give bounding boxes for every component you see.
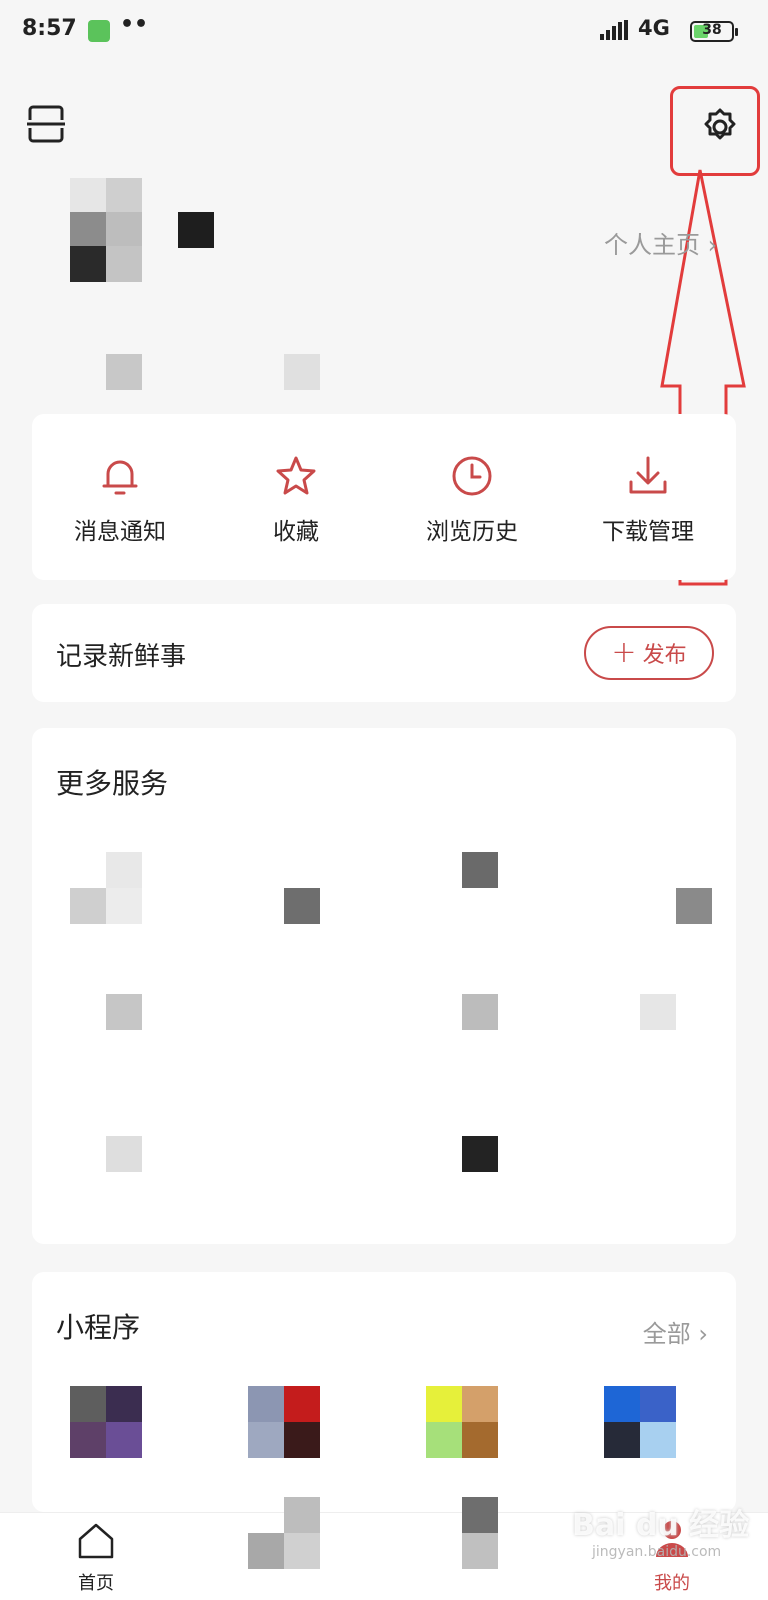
quick-actions-card: 消息通知 收藏 浏览历史 下载管理 bbox=[32, 414, 736, 580]
quick-action-history[interactable]: 浏览历史 bbox=[384, 454, 560, 546]
username-block bbox=[178, 212, 214, 248]
quick-action-notifications[interactable]: 消息通知 bbox=[32, 454, 208, 546]
quick-action-favorites[interactable]: 收藏 bbox=[208, 454, 384, 546]
quick-action-label: 下载管理 bbox=[602, 519, 694, 545]
star-icon bbox=[276, 456, 316, 495]
publish-button[interactable]: + 发布 bbox=[584, 626, 714, 680]
service-item[interactable] bbox=[640, 994, 676, 1030]
post-prompt: 记录新鲜事 bbox=[56, 642, 187, 672]
service-item[interactable] bbox=[676, 888, 712, 924]
nav-item-home[interactable]: 首页 bbox=[0, 1513, 192, 1600]
profile-stat-block bbox=[284, 354, 320, 390]
download-icon bbox=[629, 456, 667, 494]
nav-label: 我的 bbox=[654, 1573, 690, 1594]
home-icon bbox=[78, 1523, 114, 1559]
nav-item-3[interactable] bbox=[384, 1497, 576, 1600]
profile-homepage-link[interactable]: 个人主页 › bbox=[604, 225, 717, 260]
status-time: 8:57 bbox=[22, 16, 77, 41]
plus-icon: + bbox=[611, 635, 637, 670]
status-dots: •• bbox=[120, 12, 149, 37]
service-item[interactable] bbox=[462, 994, 498, 1030]
app-notification-icon bbox=[88, 20, 110, 42]
signal-icon bbox=[600, 20, 628, 40]
battery-tip bbox=[735, 28, 738, 36]
clock-icon bbox=[452, 456, 492, 496]
service-item[interactable] bbox=[106, 852, 142, 888]
publish-label: 发布 bbox=[642, 643, 687, 668]
quick-action-label: 浏览历史 bbox=[426, 519, 518, 545]
service-item[interactable] bbox=[284, 888, 320, 924]
mini-programs-all-link[interactable]: 全部 › bbox=[643, 1314, 708, 1349]
quick-action-downloads[interactable]: 下载管理 bbox=[560, 454, 736, 546]
watermark-url: jingyan.baidu.com bbox=[592, 1544, 722, 1560]
service-item[interactable] bbox=[462, 1136, 498, 1172]
network-type: 4G bbox=[638, 16, 670, 40]
services-title: 更多服务 bbox=[56, 767, 169, 800]
service-item[interactable] bbox=[462, 852, 498, 888]
battery-icon: 38 bbox=[690, 21, 738, 42]
profile-stat-block bbox=[106, 354, 142, 390]
post-card[interactable]: 记录新鲜事 + 发布 bbox=[32, 604, 736, 702]
settings-highlight-box bbox=[670, 86, 760, 176]
scan-icon[interactable] bbox=[26, 104, 66, 144]
quick-action-label: 消息通知 bbox=[74, 519, 166, 545]
nav-item-2[interactable] bbox=[192, 1497, 384, 1600]
mini-programs-title: 小程序 bbox=[56, 1311, 141, 1344]
service-item[interactable] bbox=[70, 888, 106, 924]
battery-level: 38 bbox=[702, 22, 722, 38]
service-item[interactable] bbox=[106, 994, 142, 1030]
quick-action-label: 收藏 bbox=[273, 519, 319, 545]
bell-icon bbox=[102, 460, 138, 495]
nav-label: 首页 bbox=[78, 1573, 114, 1594]
service-item[interactable] bbox=[106, 1136, 142, 1172]
watermark-logo: Bai du 经验 bbox=[572, 1508, 750, 1543]
